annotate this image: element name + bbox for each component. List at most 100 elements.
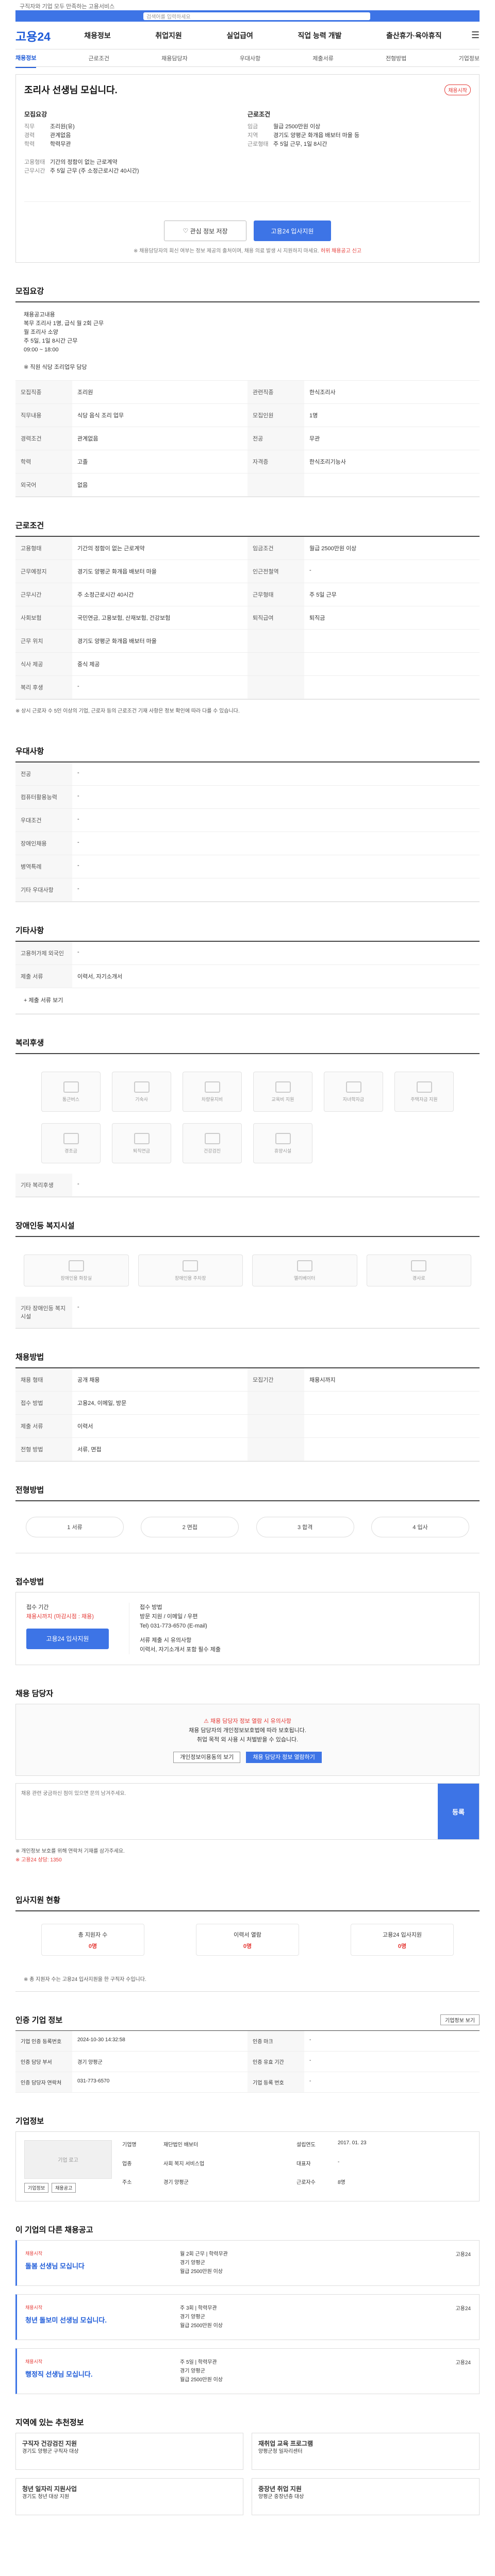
banner-desc: 경기도 청년 대상 지원 <box>22 2494 70 2500</box>
banner-card[interactable]: 구직자 건강검진 지원 경기도 양평군 구직자 대상 <box>15 2433 243 2470</box>
job-name: 채용시작 행정직 선생님 모십니다. <box>25 2358 180 2384</box>
job-title-link[interactable]: 돌봄 선생님 모십니다 <box>25 2261 180 2270</box>
scrap-button[interactable]: ♡ 관심 정보 저장 <box>164 221 246 241</box>
menu-item[interactable]: 채용정보 <box>84 30 111 41</box>
job-meta: 주 3회 | 학력무관 경기 양평군 월급 2500만원 이상 <box>180 2306 223 2329</box>
facility-icon <box>411 1260 427 1272</box>
facility-label: 장애인용 주차장 <box>175 1275 206 1281</box>
banner-card[interactable]: 중장년 취업 지원 양평군 중장년층 대상 <box>252 2478 480 2515</box>
job-badge: 채용시작 <box>25 2305 43 2310</box>
stat-card: 고용24 입사지원 0명 <box>351 1924 454 1956</box>
field-value: 사회 복지 서비스업 <box>163 2161 205 2167</box>
job-card[interactable]: 채용시작청년 돌보미 선생님 모십니다. 주 3회 | 학력무관 경기 양평군 월… <box>15 2294 480 2340</box>
view-manager-button[interactable]: 채용 담당자 정보 열람하기 <box>246 1752 322 1763</box>
job-card[interactable]: 채용시작 돌봄 선생님 모십니다 월 2회 근무 | 학력무관 경기 양평군 월급 … <box>15 2240 480 2286</box>
apply-box: 접수 기간 채용시까지 (마감시점 : 채용) 고용24 입사지원 접수 방법 … <box>15 1592 480 1665</box>
status-badge: 채용시작 <box>444 84 471 95</box>
company-info-link[interactable]: 기업정보 보기 <box>440 2014 480 2025</box>
main-menu: 채용정보 취업지원 실업급여 직업 능력 개발 출산휴가·육아휴직 <box>62 30 464 41</box>
welfare-icon <box>63 1132 79 1144</box>
search-input[interactable]: 검색어를 입력하세요 <box>143 12 370 20</box>
section-title: 우대사항 <box>15 747 44 756</box>
field-value: 경기 양평군 <box>72 2052 248 2072</box>
banner-card[interactable]: 재취업 교육 프로그램 양평군청 일자리센터 <box>252 2433 480 2470</box>
section-title: 채용 담당자 <box>15 1689 54 1698</box>
banner-title: 청년 일자리 지원사업 <box>22 2485 77 2493</box>
field-label: 직무내용 <box>15 404 72 427</box>
tab[interactable]: 채용담당자 <box>161 54 188 62</box>
field-label: 업종 <box>122 2161 132 2167</box>
job-card[interactable]: 채용시작 행정직 선생님 모십니다. 주 5일 | 학력무관 경기 양평군 월급 2… <box>15 2348 480 2394</box>
field-value: 국민연금, 고용보험, 산재보험, 건강보험 <box>72 606 248 630</box>
recruit-summary: 모집요강 직무 조리원(유) 경력 관계없음 학력 학력무관 고용형태 기간의 정함이 … <box>24 111 139 174</box>
section-title: 입사지원 현황 <box>15 1896 60 1905</box>
logo[interactable]: 고용24 <box>15 27 62 44</box>
section-title: 지역에 있는 추천정보 <box>15 2418 84 2427</box>
doc-more-link[interactable]: + 제출 서류 보기 <box>15 988 480 1014</box>
consent-button[interactable]: 개인정보이용동의 보기 <box>173 1752 241 1763</box>
field-label: 고용허가제 외국인 <box>15 942 72 965</box>
field-label: 기업 인증 등록번호 <box>15 2031 72 2052</box>
banner-card[interactable]: 청년 일자리 지원사업 경기도 청년 대상 지원 <box>15 2478 243 2515</box>
field-label <box>248 630 304 653</box>
field-value: - <box>72 878 480 902</box>
other-jobs: 채용시작 돌봄 선생님 모십니다 월 2회 근무 | 학력무관 경기 양평군 월급 … <box>15 2240 480 2394</box>
report-link[interactable]: 허위 채용공고 신고 <box>321 248 361 254</box>
job-source: 고용24 <box>455 2252 471 2258</box>
apply-button-2[interactable]: 고용24 입사지원 <box>26 1629 109 1649</box>
field-label: 외국어 <box>15 473 72 497</box>
tab[interactable]: 근로조건 <box>89 54 109 62</box>
tab[interactable]: 제출서류 <box>312 54 333 62</box>
field-value: 관계없음 <box>72 427 248 450</box>
send-button[interactable]: 등록 <box>438 1784 479 1839</box>
field-label: 사회보험 <box>15 606 72 630</box>
company-box: 기업 로고 기업정보 채용공고 기업명 재단법인 배보터 설립연도 2017. 01.… <box>15 2131 480 2201</box>
field-value: 한식조리사 <box>304 381 480 404</box>
field-label: 근무 위치 <box>15 630 72 653</box>
field-value: 월급 2500만원 이상 <box>304 537 480 560</box>
info-table: 기업 인증 등록번호 2024-10-30 14:32:58 인증 마크 - 인증 담당… <box>15 2030 480 2093</box>
field-value: 기간의 정함이 없는 근로계약 <box>72 537 248 560</box>
process-step: 4 입사 <box>371 1517 469 1537</box>
apply-button[interactable]: 고용24 입사지원 <box>254 221 331 241</box>
field-value: 퇴직금 <box>304 606 480 630</box>
menu-item[interactable]: 직업 능력 개발 <box>298 30 341 41</box>
welfare-item: 통근버스 <box>41 1072 101 1112</box>
welfare-item: 건강검진 <box>183 1123 242 1163</box>
tab[interactable]: 채용정보 <box>15 48 37 68</box>
field-label: 우대조건 <box>15 809 72 832</box>
facility-icon <box>183 1260 199 1272</box>
menu-icon[interactable]: ☰ <box>464 30 480 41</box>
tab[interactable]: 우대사항 <box>240 54 260 62</box>
field-label: 근로자수 <box>296 2180 316 2186</box>
question-input[interactable] <box>16 1784 438 1839</box>
field-label: 경력조건 <box>15 427 72 450</box>
menu-item[interactable]: 취업지원 <box>155 30 182 41</box>
company-button[interactable]: 기업정보 <box>24 2183 49 2193</box>
job-title-link[interactable]: 청년 돌보미 선생님 모십니다. <box>25 2315 180 2325</box>
job-title-link[interactable]: 행정직 선생님 모십니다. <box>25 2369 180 2379</box>
field-label: 근무형태 <box>248 583 304 606</box>
job-meta: 주 5일 | 학력무관 경기 양평군 월급 2500만원 이상 <box>180 2360 223 2383</box>
screen-table: 채용 형태 공개 채용 모집기간 채용시까지 접수 방법 고용24, 이메일, 방문 제출 … <box>15 1367 480 1462</box>
field-value <box>304 473 480 497</box>
welfare-label: 휴양시설 <box>274 1148 292 1154</box>
tab[interactable]: 기업정보 <box>459 54 480 62</box>
banner-title: 구직자 건강검진 지원 <box>22 2440 77 2447</box>
tab[interactable]: 전형방법 <box>386 54 406 62</box>
section-title: 근로조건 <box>15 521 44 530</box>
field-label: 관련직종 <box>248 381 304 404</box>
section-title: 채용방법 <box>15 1353 44 1362</box>
welfare-icon <box>134 1081 150 1093</box>
page: 구직자와 기업 모두 만족하는 고용서비스 검색어를 입력하세요 고용24 채용… <box>15 0 480 2536</box>
field-label: 임금조건 <box>248 537 304 560</box>
field-label <box>248 1415 304 1438</box>
field-value <box>304 676 480 699</box>
menu-item[interactable]: 실업급여 <box>226 30 253 41</box>
field-label: 기타 우대사항 <box>15 878 72 902</box>
section-title: 기업정보 <box>15 2117 44 2126</box>
facility-item: 경사로 <box>366 1255 471 1286</box>
jobs-button[interactable]: 채용공고 <box>52 2183 76 2193</box>
field-value <box>304 630 480 653</box>
menu-item[interactable]: 출산휴가·육아휴직 <box>386 30 442 41</box>
